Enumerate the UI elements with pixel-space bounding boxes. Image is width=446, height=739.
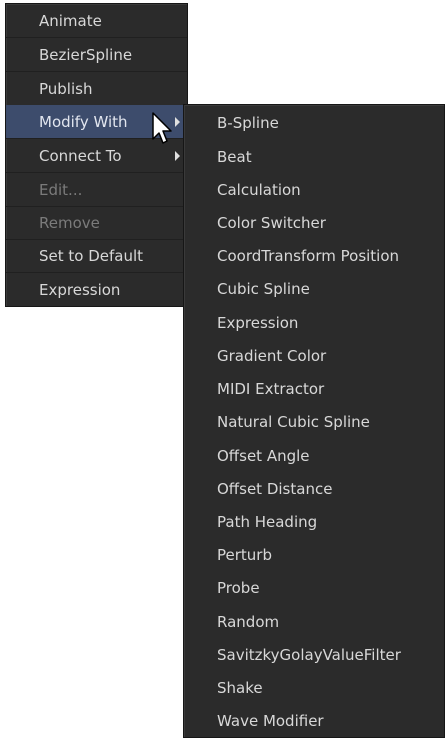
submenu-item-cubic-spline[interactable]: Cubic Spline xyxy=(184,273,444,306)
submenu-item-label: Offset Distance xyxy=(217,480,333,498)
menu-item-label: Expression xyxy=(39,281,121,299)
menu-item-label: Remove xyxy=(39,214,100,232)
menu-item-edit: Edit... xyxy=(6,173,187,207)
submenu-item-expression[interactable]: Expression xyxy=(184,307,444,340)
menu-item-label: BezierSpline xyxy=(39,46,133,64)
submenu-modify-with: B-Spline Beat Calculation Color Switcher… xyxy=(183,104,445,738)
submenu-item-label: Wave Modifier xyxy=(217,712,324,730)
submenu-item-label: CoordTransform Position xyxy=(217,247,400,265)
submenu-item-coordtransform-position[interactable]: CoordTransform Position xyxy=(184,240,444,273)
submenu-item-label: B-Spline xyxy=(217,114,279,132)
submenu-item-label: Expression xyxy=(217,314,299,332)
submenu-item-probe[interactable]: Probe xyxy=(184,572,444,605)
menu-item-label: Edit... xyxy=(39,181,83,199)
submenu-item-label: Cubic Spline xyxy=(217,280,310,298)
menu-item-animate[interactable]: Animate xyxy=(6,4,187,38)
submenu-item-color-switcher[interactable]: Color Switcher xyxy=(184,207,444,240)
submenu-item-label: Gradient Color xyxy=(217,347,327,365)
submenu-item-path-heading[interactable]: Path Heading xyxy=(184,506,444,539)
menu-item-label: Set to Default xyxy=(39,247,144,265)
menu-item-label: Modify With xyxy=(39,113,128,131)
submenu-item-natural-cubic-spline[interactable]: Natural Cubic Spline xyxy=(184,406,444,439)
submenu-arrow-icon xyxy=(175,117,180,127)
menu-item-label: Publish xyxy=(39,80,93,98)
submenu-item-label: Natural Cubic Spline xyxy=(217,413,370,431)
submenu-item-label: SavitzkyGolayValueFilter xyxy=(217,646,401,664)
submenu-item-random[interactable]: Random xyxy=(184,606,444,639)
submenu-item-label: Beat xyxy=(217,148,252,166)
submenu-item-label: Calculation xyxy=(217,181,301,199)
menu-item-bezierspline[interactable]: BezierSpline xyxy=(6,38,187,72)
submenu-item-offset-distance[interactable]: Offset Distance xyxy=(184,473,444,506)
submenu-item-label: Random xyxy=(217,613,280,631)
menu-item-label: Animate xyxy=(39,12,102,30)
submenu-item-calculation[interactable]: Calculation xyxy=(184,174,444,207)
submenu-item-shake[interactable]: Shake xyxy=(184,672,444,705)
submenu-item-label: Offset Angle xyxy=(217,447,310,465)
submenu-item-label: Probe xyxy=(217,579,260,597)
submenu-item-label: Color Switcher xyxy=(217,214,326,232)
context-menu: Animate BezierSpline Publish Modify With… xyxy=(5,3,188,307)
submenu-item-midi-extractor[interactable]: MIDI Extractor xyxy=(184,373,444,406)
menu-item-publish[interactable]: Publish xyxy=(6,72,187,106)
submenu-item-perturb[interactable]: Perturb xyxy=(184,539,444,572)
submenu-item-label: Shake xyxy=(217,679,263,697)
submenu-item-b-spline[interactable]: B-Spline xyxy=(184,107,444,140)
submenu-item-label: MIDI Extractor xyxy=(217,380,325,398)
menu-item-set-to-default[interactable]: Set to Default xyxy=(6,239,187,273)
submenu-item-savitzkygolayvaluefilter[interactable]: SavitzkyGolayValueFilter xyxy=(184,639,444,672)
submenu-arrow-icon xyxy=(175,151,180,161)
menu-item-label: Connect To xyxy=(39,147,122,165)
submenu-item-label: Perturb xyxy=(217,546,272,564)
submenu-item-beat[interactable]: Beat xyxy=(184,141,444,174)
menu-item-remove: Remove xyxy=(6,206,187,240)
mouse-pointer-icon xyxy=(152,112,172,144)
submenu-item-label: Path Heading xyxy=(217,513,318,531)
submenu-item-wave-modifier[interactable]: Wave Modifier xyxy=(184,705,444,738)
submenu-item-gradient-color[interactable]: Gradient Color xyxy=(184,340,444,373)
submenu-item-offset-angle[interactable]: Offset Angle xyxy=(184,440,444,473)
menu-item-expression[interactable]: Expression xyxy=(6,273,187,307)
